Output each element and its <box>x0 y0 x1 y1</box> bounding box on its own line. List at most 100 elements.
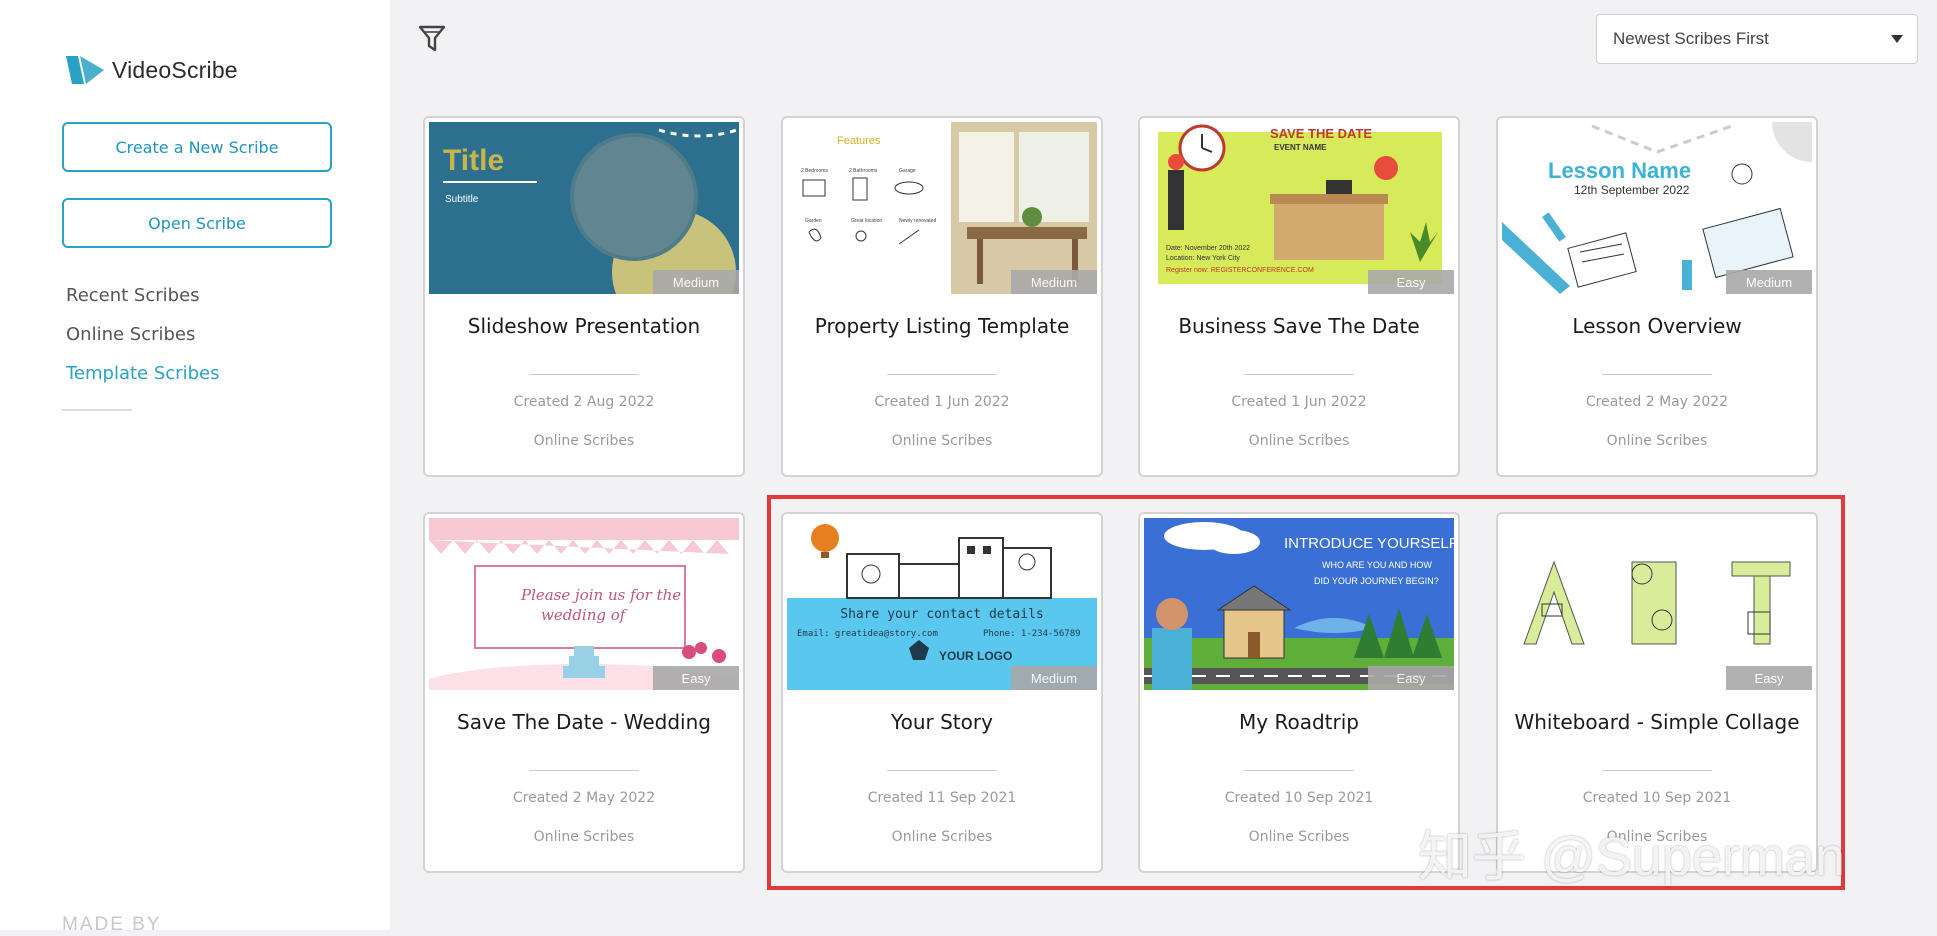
card-created-date: Created 1 Jun 2022 <box>874 394 1010 410</box>
card-title: Whiteboard - Simple Collage <box>1514 710 1800 734</box>
svg-text:Garden: Garden <box>805 218 822 224</box>
sidebar-divider <box>62 409 132 411</box>
svg-text:Date: November 20th 2022: Date: November 20th 2022 <box>1166 245 1250 252</box>
svg-text:Garage: Garage <box>899 168 916 174</box>
svg-text:WHO ARE YOU AND HOW: WHO ARE YOU AND HOW <box>1322 560 1432 570</box>
card-divider <box>887 374 997 375</box>
filter-icon[interactable] <box>418 24 446 54</box>
card-title: Your Story <box>891 710 993 734</box>
card-location: Online Scribes <box>533 829 635 845</box>
create-scribe-button[interactable]: Create a New Scribe <box>62 122 332 172</box>
svg-text:DID YOUR JOURNEY BEGIN?: DID YOUR JOURNEY BEGIN? <box>1314 576 1439 586</box>
template-card[interactable]: SAVE THE DATE EVENT NAME Date: November … <box>1138 116 1460 477</box>
sidebar-item-online-scribes[interactable]: Online Scribes <box>66 323 219 362</box>
template-thumbnail: Features 2 Bedrooms 2 Bathrooms Garage G… <box>787 122 1097 294</box>
sidebar: VideoScribe Create a New Scribe Open Scr… <box>0 0 390 935</box>
sort-dropdown[interactable]: Newest Scribes First <box>1596 14 1918 64</box>
card-title: Slideshow Presentation <box>467 314 701 338</box>
template-card[interactable]: INTRODUCE YOURSELF! WHO ARE YOU AND HOW … <box>1138 512 1460 873</box>
sidebar-item-template-scribes[interactable]: Template Scribes <box>66 362 219 401</box>
card-created-date: Created 2 May 2022 <box>1585 394 1729 410</box>
difficulty-badge: Easy <box>1726 666 1812 690</box>
app-logo[interactable]: VideoScribe <box>64 52 238 88</box>
card-divider <box>1244 374 1354 375</box>
videoscribe-logo-icon <box>66 56 104 84</box>
card-created-date: Created 11 Sep 2021 <box>867 790 1017 806</box>
open-scribe-button[interactable]: Open Scribe <box>62 198 332 248</box>
slideshow-thumbnail-image: Title Subtitle <box>429 122 739 294</box>
template-card[interactable]: Please join us for the wedding of Easy S… <box>423 512 745 873</box>
your-story-thumbnail-image: Share your contact details Email: greati… <box>787 518 1097 690</box>
wedding-thumbnail-image: Please join us for the wedding of <box>429 518 739 690</box>
template-thumbnail: Please join us for the wedding of Easy <box>429 518 739 690</box>
card-divider <box>1602 770 1712 771</box>
svg-text:EVENT NAME: EVENT NAME <box>1274 143 1327 152</box>
app-name: VideoScribe <box>112 56 238 83</box>
card-location: Online Scribes <box>1248 433 1350 449</box>
thumb-title: Title <box>443 144 504 177</box>
template-thumbnail: Share your contact details Email: greati… <box>787 518 1097 690</box>
card-created-date: Created 10 Sep 2021 <box>1582 790 1732 806</box>
template-card[interactable]: Easy Whiteboard - Simple Collage Created… <box>1496 512 1818 873</box>
thumb-subtitle: Subtitle <box>445 194 479 205</box>
difficulty-badge: Medium <box>653 270 739 294</box>
svg-text:Great location: Great location <box>851 218 882 224</box>
card-title: Property Listing Template <box>814 314 1070 338</box>
sidebar-item-recent-scribes[interactable]: Recent Scribes <box>66 284 219 323</box>
card-created-date: Created 10 Sep 2021 <box>1224 790 1374 806</box>
card-created-date: Created 1 Jun 2022 <box>1231 394 1367 410</box>
property-thumbnail-image: Features 2 Bedrooms 2 Bathrooms Garage G… <box>787 122 1097 294</box>
card-divider <box>887 770 997 771</box>
save-the-date-thumbnail-image: SAVE THE DATE EVENT NAME Date: November … <box>1144 122 1454 294</box>
svg-text:YOUR LOGO: YOUR LOGO <box>939 649 1012 663</box>
card-divider <box>529 374 639 375</box>
template-card[interactable]: Title Subtitle Medium Slideshow Presenta… <box>423 116 745 477</box>
thumb-heading: SAVE THE DATE <box>1270 126 1372 141</box>
lesson-thumbnail-image: Lesson Name 12th September 2022 <box>1502 122 1812 294</box>
template-thumbnail: Easy <box>1502 518 1812 690</box>
roadtrip-thumbnail-image: INTRODUCE YOURSELF! WHO ARE YOU AND HOW … <box>1144 518 1454 690</box>
card-created-date: Created 2 Aug 2022 <box>513 394 655 410</box>
svg-text:2 Bathrooms: 2 Bathrooms <box>849 168 878 174</box>
difficulty-badge: Medium <box>1011 666 1097 690</box>
svg-text:INTRODUCE YOURSELF!: INTRODUCE YOURSELF! <box>1284 535 1454 552</box>
collage-thumbnail-image <box>1502 518 1812 690</box>
template-thumbnail: SAVE THE DATE EVENT NAME Date: November … <box>1144 122 1454 294</box>
card-location: Online Scribes <box>891 433 993 449</box>
card-location: Online Scribes <box>1606 829 1708 845</box>
thumb-heading: Features <box>837 135 881 147</box>
template-card[interactable]: Lesson Name 12th September 2022 Medium L… <box>1496 116 1818 477</box>
thumb-heading: Lesson Name <box>1548 158 1691 183</box>
card-location: Online Scribes <box>1248 829 1350 845</box>
card-title: Save The Date - Wedding <box>457 710 711 734</box>
card-location: Online Scribes <box>891 829 993 845</box>
svg-text:Email: greatidea@story.com: Email: greatidea@story.com <box>797 629 938 639</box>
card-title: My Roadtrip <box>1239 710 1359 734</box>
card-divider <box>529 770 639 771</box>
card-title: Lesson Overview <box>1572 314 1742 338</box>
chevron-down-icon <box>1891 35 1903 43</box>
card-created-date: Created 2 May 2022 <box>512 790 656 806</box>
template-thumbnail: INTRODUCE YOURSELF! WHO ARE YOU AND HOW … <box>1144 518 1454 690</box>
svg-text:Newly renovated: Newly renovated <box>899 218 936 224</box>
template-card[interactable]: Features 2 Bedrooms 2 Bathrooms Garage G… <box>781 116 1103 477</box>
svg-text:Register now: REGISTERCONFEREN: Register now: REGISTERCONFERENCE.COM <box>1166 267 1314 274</box>
template-thumbnail: Lesson Name 12th September 2022 Medium <box>1502 122 1812 294</box>
svg-text:wedding of: wedding of <box>541 606 628 624</box>
card-divider <box>1244 770 1354 771</box>
svg-text:Please join us for the: Please join us for the <box>520 586 681 604</box>
sidebar-nav: Recent Scribes Online Scribes Template S… <box>66 284 219 401</box>
difficulty-badge: Easy <box>1368 666 1454 690</box>
difficulty-badge: Easy <box>653 666 739 690</box>
difficulty-badge: Medium <box>1726 270 1812 294</box>
svg-text:Location: New York City: Location: New York City <box>1166 255 1240 262</box>
card-location: Online Scribes <box>533 433 635 449</box>
svg-text:12th September 2022: 12th September 2022 <box>1574 183 1690 197</box>
sort-selected-value: Newest Scribes First <box>1613 29 1769 48</box>
made-by-label: MADE BY <box>62 914 162 935</box>
card-divider <box>1602 374 1712 375</box>
card-location: Online Scribes <box>1606 433 1708 449</box>
template-card[interactable]: Share your contact details Email: greati… <box>781 512 1103 873</box>
difficulty-badge: Medium <box>1011 270 1097 294</box>
difficulty-badge: Easy <box>1368 270 1454 294</box>
